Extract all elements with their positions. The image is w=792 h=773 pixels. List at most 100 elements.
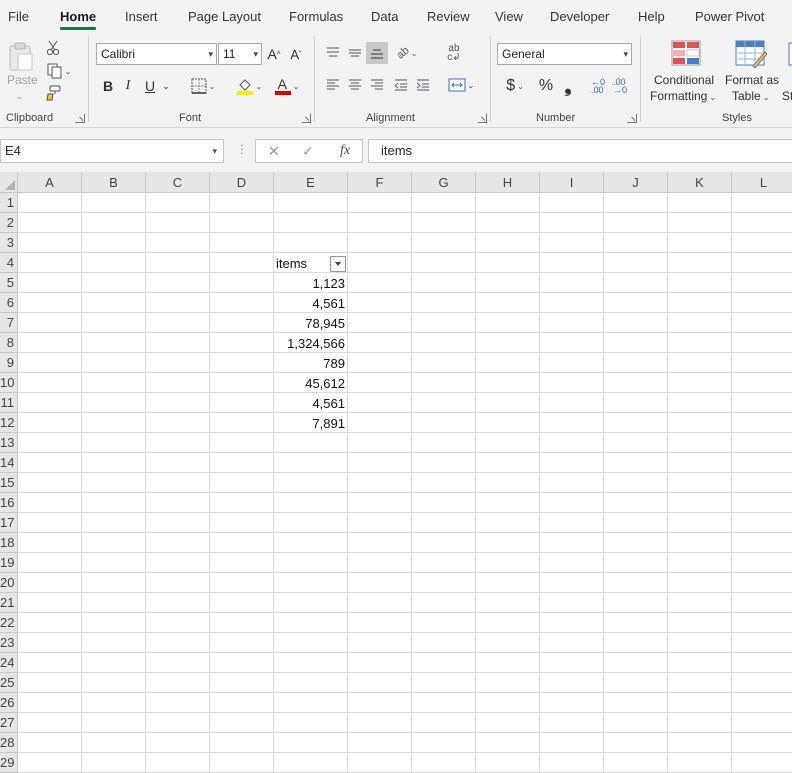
cancel-icon[interactable]: ✕	[268, 143, 280, 160]
align-center-icon[interactable]	[346, 76, 364, 94]
format-painter-icon[interactable]	[44, 84, 62, 102]
row-header-16[interactable]: 16	[0, 493, 18, 513]
paste-button[interactable]: Paste ⌄	[4, 38, 38, 102]
decrease-indent-icon[interactable]	[392, 76, 410, 94]
row-header-8[interactable]: 8	[0, 333, 18, 353]
alignment-launcher-icon[interactable]	[478, 114, 487, 123]
table-cell[interactable]: 7,891	[274, 414, 347, 433]
column-header-l[interactable]: L	[732, 172, 792, 193]
table-cell[interactable]: 78,945	[274, 314, 347, 333]
font-size-select[interactable]: 11 ▾	[218, 43, 262, 65]
column-header-f[interactable]: F	[348, 172, 412, 193]
table-cell[interactable]: 1,123	[274, 274, 347, 293]
align-left-icon[interactable]	[324, 76, 342, 94]
align-middle-icon[interactable]	[346, 44, 364, 62]
underline-button[interactable]: U	[142, 76, 158, 96]
row-header-21[interactable]: 21	[0, 593, 18, 613]
table-header-cell[interactable]: items	[276, 254, 307, 273]
table-cell[interactable]: 1,324,566	[274, 334, 347, 353]
table-cell[interactable]: 4,561	[274, 394, 347, 413]
row-header-3[interactable]: 3	[0, 233, 18, 253]
tab-page-layout[interactable]: Page Layout	[188, 9, 261, 24]
row-header-12[interactable]: 12	[0, 413, 18, 433]
tab-review[interactable]: Review	[427, 9, 470, 24]
comma-style-button[interactable]: ❟	[560, 76, 576, 96]
row-header-26[interactable]: 26	[0, 693, 18, 713]
cut-icon[interactable]	[44, 39, 62, 57]
row-header-24[interactable]: 24	[0, 653, 18, 673]
select-all-button[interactable]	[0, 172, 18, 193]
font-launcher-icon[interactable]	[302, 114, 311, 123]
borders-button[interactable]: ⌄	[186, 76, 220, 96]
column-header-e[interactable]: E	[274, 172, 348, 193]
column-header-i[interactable]: I	[540, 172, 604, 193]
font-color-button[interactable]: A ⌄	[270, 76, 304, 96]
row-header-4[interactable]: 4	[0, 253, 18, 273]
name-box[interactable]: E4 ▾	[0, 139, 224, 163]
row-header-23[interactable]: 23	[0, 633, 18, 653]
bold-button[interactable]: B	[100, 76, 116, 96]
column-header-d[interactable]: D	[210, 172, 274, 193]
cell-styles-button[interactable]: St	[780, 38, 792, 108]
row-header-11[interactable]: 11	[0, 393, 18, 413]
increase-indent-icon[interactable]	[414, 76, 432, 94]
worksheet-grid[interactable]: ABCDEFGHIJKL 1 2 3 4 5 6 7 8 9 10 11 12 13 14 15 16 17 18…	[0, 172, 792, 773]
orientation-icon[interactable]: ab ⌄	[392, 44, 422, 62]
merge-center-button[interactable]: ⌄	[444, 76, 478, 94]
row-header-13[interactable]: 13	[0, 433, 18, 453]
drag-handle-icon[interactable]: ⋮	[236, 142, 248, 156]
fill-color-button[interactable]: ⌄	[232, 76, 266, 96]
tab-power-pivot[interactable]: Power Pivot	[695, 9, 764, 24]
font-name-select[interactable]: Calibri ▾	[96, 43, 217, 65]
row-header-18[interactable]: 18	[0, 533, 18, 553]
row-header-10[interactable]: 10	[0, 373, 18, 393]
row-header-2[interactable]: 2	[0, 213, 18, 233]
tab-file[interactable]: File	[8, 9, 29, 24]
grow-font-button[interactable]: A ^	[265, 44, 283, 64]
tab-formulas[interactable]: Formulas	[289, 9, 343, 24]
table-cell[interactable]: 45,612	[274, 374, 347, 393]
row-header-27[interactable]: 27	[0, 713, 18, 733]
row-header-9[interactable]: 9	[0, 353, 18, 373]
currency-button[interactable]: $ ⌄	[500, 76, 530, 96]
percent-button[interactable]: %	[536, 76, 556, 96]
insert-function-icon[interactable]: fx	[340, 143, 350, 159]
row-header-5[interactable]: 5	[0, 273, 18, 293]
tab-help[interactable]: Help	[638, 9, 665, 24]
row-header-1[interactable]: 1	[0, 193, 18, 213]
align-bottom-icon[interactable]	[366, 42, 388, 64]
format-as-table-button[interactable]: Format as Table ⌄	[722, 38, 780, 108]
copy-icon[interactable]: ⌄	[44, 62, 74, 80]
column-header-b[interactable]: B	[82, 172, 146, 193]
number-launcher-icon[interactable]	[628, 114, 637, 123]
row-header-22[interactable]: 22	[0, 613, 18, 633]
row-header-20[interactable]: 20	[0, 573, 18, 593]
tab-home[interactable]: Home	[60, 9, 97, 30]
align-top-icon[interactable]	[324, 44, 342, 62]
column-header-c[interactable]: C	[146, 172, 210, 193]
shrink-font-button[interactable]: Aˇ	[287, 44, 305, 64]
row-header-6[interactable]: 6	[0, 293, 18, 313]
row-header-14[interactable]: 14	[0, 453, 18, 473]
wrap-text-icon[interactable]: ab c↲	[444, 42, 464, 64]
row-header-29[interactable]: 29	[0, 753, 18, 773]
column-header-a[interactable]: A	[18, 172, 82, 193]
conditional-formatting-button[interactable]: Conditional Formatting ⌄	[646, 38, 722, 108]
column-header-j[interactable]: J	[604, 172, 668, 193]
column-header-g[interactable]: G	[412, 172, 476, 193]
row-header-7[interactable]: 7	[0, 313, 18, 333]
italic-button[interactable]: I	[120, 76, 136, 96]
row-header-19[interactable]: 19	[0, 553, 18, 573]
tab-insert[interactable]: Insert	[125, 9, 158, 24]
table-cell[interactable]: 789	[274, 354, 347, 373]
tab-developer[interactable]: Developer	[550, 9, 609, 24]
table-cell[interactable]: 4,561	[274, 294, 347, 313]
number-format-select[interactable]: General ▾	[497, 43, 632, 65]
underline-dropdown-icon[interactable]: ⌄	[160, 76, 172, 96]
enter-icon[interactable]: ✓	[302, 143, 314, 160]
tab-view[interactable]: View	[495, 9, 523, 24]
column-header-h[interactable]: H	[476, 172, 540, 193]
row-header-28[interactable]: 28	[0, 733, 18, 753]
filter-dropdown-icon[interactable]	[330, 256, 346, 272]
tab-data[interactable]: Data	[371, 9, 398, 24]
